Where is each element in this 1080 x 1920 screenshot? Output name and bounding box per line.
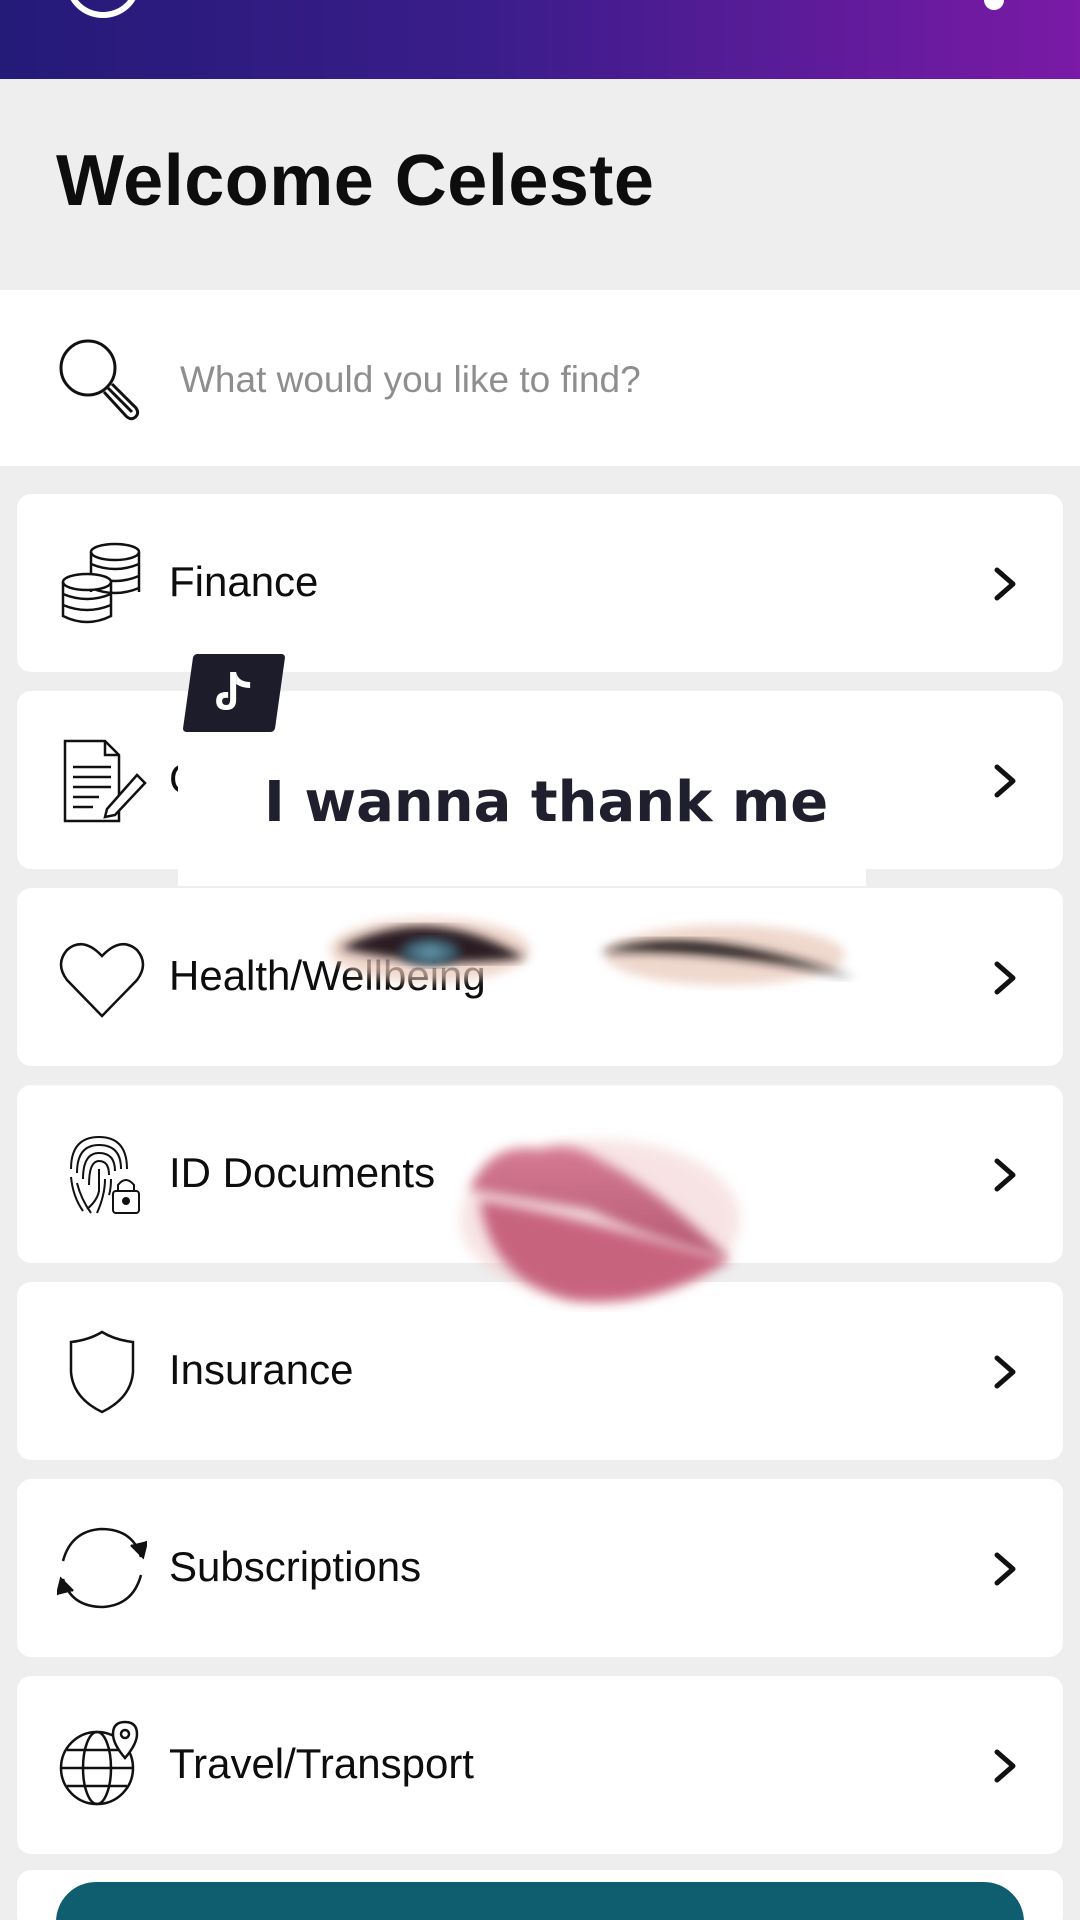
chevron-right-icon	[994, 1552, 1016, 1586]
chevron-right-icon	[994, 1355, 1016, 1389]
globe-pin-icon	[59, 1720, 139, 1806]
shield-icon	[69, 1330, 135, 1414]
document-edit-icon	[63, 739, 147, 823]
search-icon	[59, 339, 140, 421]
overlay-caption: I wanna thank me	[264, 770, 829, 835]
welcome-heading: Welcome Celeste	[56, 141, 655, 221]
notification-bell-icon[interactable]	[984, 0, 1004, 10]
chevron-right-icon	[994, 961, 1016, 995]
search-input[interactable]	[180, 342, 1040, 418]
chevron-right-icon	[994, 567, 1016, 601]
category-item-insurance[interactable]: Insurance	[17, 1282, 1063, 1460]
tiktok-icon	[182, 654, 286, 732]
category-label: Health/Wellbeing	[169, 952, 486, 999]
heart-icon	[59, 943, 145, 1018]
category-label: Insurance	[169, 1346, 354, 1393]
refresh-cycle-icon	[57, 1527, 147, 1609]
category-item-id-documents[interactable]: ID Documents	[17, 1085, 1063, 1263]
chevron-right-icon	[994, 1158, 1016, 1192]
app-header-bar	[0, 0, 1080, 79]
chevron-right-icon	[994, 1749, 1016, 1783]
coins-icon	[61, 542, 141, 624]
search-bar[interactable]	[0, 290, 1080, 466]
fingerprint-lock-icon	[70, 1135, 140, 1214]
category-item-health-wellbeing[interactable]: Health/Wellbeing	[17, 888, 1063, 1066]
category-item-subscriptions[interactable]: Subscriptions	[17, 1479, 1063, 1657]
chevron-right-icon	[994, 764, 1016, 798]
category-label: Subscriptions	[169, 1543, 422, 1590]
category-label: ID Documents	[169, 1149, 436, 1196]
bottom-action-button[interactable]	[56, 1882, 1024, 1920]
app-logo-icon[interactable]	[66, 0, 140, 18]
category-item-finance[interactable]: Finance	[17, 494, 1063, 672]
category-item-travel-transport[interactable]: Travel/Transport	[17, 1676, 1063, 1854]
category-label: Travel/Transport	[169, 1740, 474, 1787]
category-label: Finance	[169, 558, 319, 605]
